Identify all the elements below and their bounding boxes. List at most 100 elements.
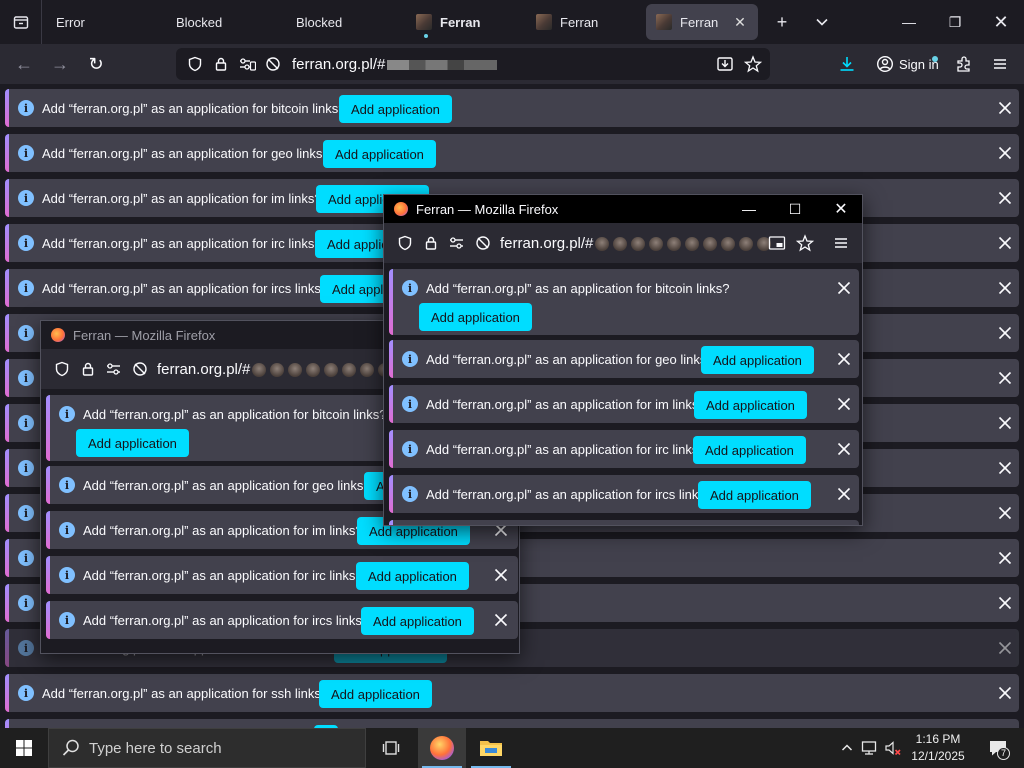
close-notification-button[interactable] <box>995 413 1015 433</box>
notification-bar: i Add “ferran.org.pl” as an application f… <box>389 475 859 513</box>
close-notification-button[interactable] <box>995 458 1015 478</box>
shield-icon[interactable] <box>392 230 418 256</box>
forward-button[interactable]: → <box>44 48 76 80</box>
add-application-button[interactable]: Add application <box>339 95 452 123</box>
address-bar[interactable]: ferran.org.pl/# <box>176 48 770 80</box>
notification-bar: i Add “ferran.org.pl” as an application f… <box>389 385 859 423</box>
popup-maximize-button[interactable]: ☐ <box>772 195 818 223</box>
add-application-button[interactable]: Add application <box>319 680 432 708</box>
close-notification-button[interactable] <box>995 548 1015 568</box>
close-notification-button[interactable] <box>491 610 511 630</box>
close-notification-button[interactable] <box>995 233 1015 253</box>
reload-button[interactable]: ↻ <box>80 48 112 80</box>
bookmark-button[interactable] <box>792 230 818 256</box>
browser-tab[interactable]: Ferran <box>406 4 518 40</box>
bookmark-star-icon <box>796 234 814 252</box>
taskbar-search-box[interactable]: Type here to search <box>48 728 366 768</box>
permissions-icon[interactable] <box>101 356 127 382</box>
browser-tab[interactable]: Blocked <box>286 4 398 40</box>
notification-bar <box>389 520 859 525</box>
close-notification-button[interactable] <box>995 143 1015 163</box>
reload-icon: ↻ <box>88 53 104 74</box>
popup-minimize-button[interactable]: — <box>726 195 772 223</box>
close-notification-button[interactable] <box>995 368 1015 388</box>
close-notification-button[interactable] <box>995 638 1015 658</box>
plus-icon: + <box>776 11 788 32</box>
notification-message: Add “ferran.org.pl” as an application fo… <box>42 236 322 251</box>
tab-close-button[interactable]: ✕ <box>732 14 748 31</box>
save-page-button[interactable] <box>712 51 738 77</box>
close-notification-button[interactable] <box>995 98 1015 118</box>
minimize-icon: — <box>742 201 756 217</box>
popup-window-large[interactable]: Ferran — Mozilla Firefox — ☐ ✕ ferran.or… <box>383 194 863 526</box>
popup-close-button[interactable]: ✕ <box>818 195 862 223</box>
show-hidden-icons-button[interactable] <box>836 728 858 768</box>
popup-url-value: ferran.org.pl/# <box>500 234 594 252</box>
tracking-off-icon[interactable] <box>260 51 286 77</box>
close-notification-button[interactable] <box>491 565 511 585</box>
minimize-icon: — <box>902 14 916 30</box>
network-button[interactable] <box>858 728 882 768</box>
picture-in-picture-button[interactable] <box>764 230 790 256</box>
popup-address-bar[interactable]: ferran.org.pl/# <box>384 223 862 263</box>
taskbar-firefox[interactable] <box>418 728 466 768</box>
popup-menu-button[interactable] <box>828 230 854 256</box>
close-notification-button[interactable] <box>834 484 854 504</box>
downloads-button[interactable] <box>831 48 863 80</box>
browser-tab[interactable]: Error <box>46 4 158 40</box>
tracking-off-icon[interactable] <box>127 356 153 382</box>
add-application-button[interactable]: Add application <box>76 429 189 457</box>
tracking-off-icon[interactable] <box>470 230 496 256</box>
close-notification-button[interactable] <box>995 323 1015 343</box>
close-window-button[interactable]: ✕ <box>978 0 1024 44</box>
add-application-button[interactable]: Add application <box>698 481 811 509</box>
permissions-icon[interactable] <box>234 51 260 77</box>
taskbar-clock[interactable]: 1:16 PM 12/1/2025 <box>900 731 976 765</box>
back-button[interactable]: ← <box>8 48 40 80</box>
bookmark-button[interactable] <box>740 51 766 77</box>
list-all-tabs-button[interactable] <box>802 0 842 44</box>
browser-tab[interactable]: Ferran ✕ <box>646 4 758 40</box>
minimize-button[interactable]: — <box>886 0 932 44</box>
close-notification-button[interactable] <box>995 683 1015 703</box>
sign-in-button[interactable]: Sign in <box>868 48 942 80</box>
browser-tab[interactable]: Blocked <box>166 4 278 40</box>
close-notification-button[interactable] <box>995 188 1015 208</box>
lock-icon[interactable] <box>418 230 444 256</box>
browser-tab[interactable]: Ferran <box>526 4 638 40</box>
add-application-button[interactable]: Add application <box>701 346 814 374</box>
add-application-button[interactable]: Add application <box>361 607 474 635</box>
popup-url-text: ferran.org.pl/# <box>157 361 393 378</box>
close-notification-button[interactable] <box>834 439 854 459</box>
desktop: Error Blocked Blocked Ferran Ferran Ferran ✕ +… <box>0 0 1024 768</box>
shield-icon[interactable] <box>182 51 208 77</box>
add-application-button[interactable]: Add application <box>694 391 807 419</box>
new-tab-button[interactable]: + <box>762 0 802 44</box>
maximize-button[interactable]: ❐ <box>932 0 978 44</box>
permissions-icon[interactable] <box>444 230 470 256</box>
add-application-button[interactable]: Add application <box>693 436 806 464</box>
close-notification-button[interactable] <box>834 349 854 369</box>
info-icon: i <box>402 486 418 502</box>
close-notification-button[interactable] <box>834 278 854 298</box>
extensions-button[interactable] <box>948 48 980 80</box>
app-menu-button[interactable] <box>984 48 1016 80</box>
chevron-up-icon <box>841 744 853 751</box>
shield-icon[interactable] <box>49 356 75 382</box>
close-notification-button[interactable] <box>995 593 1015 613</box>
lock-icon[interactable] <box>75 356 101 382</box>
close-notification-button[interactable] <box>995 278 1015 298</box>
lock-icon[interactable] <box>208 51 234 77</box>
add-application-button[interactable]: Add application <box>419 303 532 331</box>
close-notification-button[interactable] <box>995 503 1015 523</box>
close-notification-button[interactable] <box>834 394 854 414</box>
task-view-button[interactable] <box>368 728 416 768</box>
popup-titlebar[interactable]: Ferran — Mozilla Firefox — ☐ ✕ <box>384 195 862 223</box>
action-center-button[interactable]: 7 <box>978 728 1018 768</box>
taskbar-file-explorer[interactable] <box>467 728 515 768</box>
add-application-button[interactable]: Add application <box>323 140 436 168</box>
tab-list-button[interactable] <box>0 0 42 44</box>
close-icon <box>998 101 1012 115</box>
start-button[interactable] <box>0 728 48 768</box>
add-application-button[interactable]: Add application <box>356 562 469 590</box>
